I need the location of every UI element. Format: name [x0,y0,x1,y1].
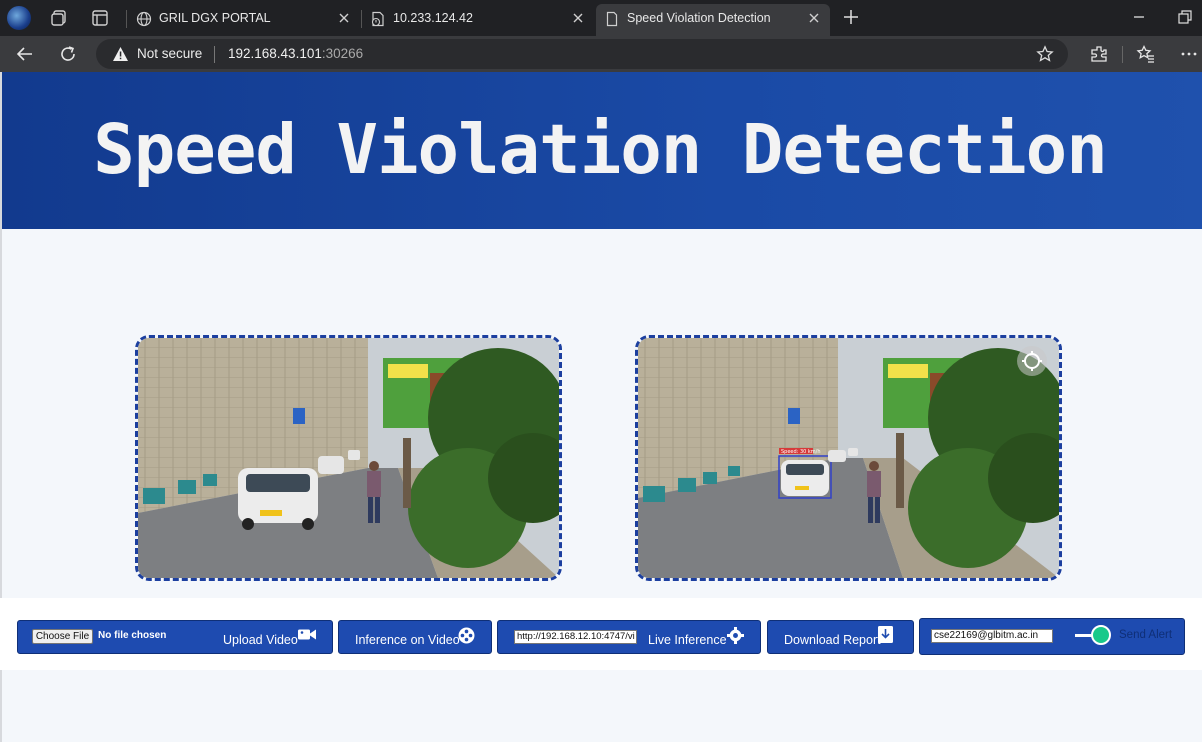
close-tab-icon[interactable] [336,10,352,26]
globe-icon [136,11,152,27]
gear-icon [727,627,744,644]
favorite-star-icon[interactable] [1036,45,1054,63]
tab-title: GRIL DGX PORTAL [159,11,271,25]
new-tab-icon[interactable] [842,8,860,26]
url-host: 192.168.43.101 [228,46,322,61]
alert-email-input[interactable]: cse22169@glbitm.ac.in [931,629,1053,643]
detection-label: Speed: 30 km/h [781,449,821,455]
minimize-icon[interactable] [1131,9,1147,25]
profile-avatar[interactable] [7,6,31,30]
warning-triangle-icon[interactable] [112,46,129,62]
live-inference-label: Live Inference [648,633,727,647]
security-label[interactable]: Not secure [137,46,202,61]
tab-title: Speed Violation Detection [627,11,771,25]
url-port: :30266 [321,46,364,61]
extensions-icon[interactable] [1089,44,1109,64]
address-bar[interactable]: Not secure 192.168.43.101:30266 [96,39,1068,69]
close-tab-icon[interactable] [806,10,822,26]
url-text[interactable]: 192.168.43.101:30266 [228,46,363,61]
inference-video-label: Inference on Video [355,633,460,647]
download-file-icon [878,626,893,643]
page-title: Speed Violation Detection [93,110,1108,190]
file-status-text: No file chosen [98,630,167,641]
tab-gril-dgx-portal[interactable]: GRIL DGX PORTAL [128,4,360,36]
detection-scene-image: Speed: 30 km/h [638,338,1059,578]
document-warning-icon [371,11,384,27]
send-alert-panel: cse22169@glbitm.ac.in Send Alert [919,618,1185,655]
browser-nav-bar: Not secure 192.168.43.101:30266 [0,36,1202,72]
download-report-button[interactable]: Download Report [767,620,914,654]
close-tab-icon[interactable] [570,10,586,26]
workspaces-icon[interactable] [49,8,69,28]
upload-video-label: Upload Video [223,633,298,647]
film-reel-icon [458,627,475,644]
back-arrow-icon[interactable] [15,44,35,64]
street-scene-image [138,338,559,578]
live-stream-url-input[interactable]: http://192.168.12.10:4747/vi [514,630,637,644]
live-inference-button[interactable]: http://192.168.12.10:4747/vi Live Infere… [497,620,761,654]
alert-toggle-knob[interactable] [1091,625,1111,645]
send-alert-label[interactable]: Send Alert [1119,629,1172,641]
input-video-panel[interactable] [135,335,562,581]
tab-ip-address[interactable]: 10.233.124.42 [362,4,594,36]
upload-video-button[interactable]: Choose File No file chosen Upload Video [17,620,333,654]
more-menu-icon[interactable] [1179,44,1199,64]
browser-tab-bar: GRIL DGX PORTAL 10.233.124.42 Speed Viol… [0,0,1202,36]
video-camera-icon [298,629,316,640]
choose-file-button[interactable]: Choose File [32,629,93,644]
tab-title: 10.233.124.42 [393,11,473,25]
restore-icon[interactable] [1177,9,1193,25]
output-video-panel[interactable]: Speed: 30 km/h [635,335,1062,581]
inference-on-video-button[interactable]: Inference on Video [338,620,492,654]
reset-icon[interactable] [1017,346,1047,376]
tab-actions-icon[interactable] [90,8,110,28]
download-report-label: Download Report [784,633,881,647]
page-header: Speed Violation Detection [2,72,1202,229]
refresh-icon[interactable] [58,44,78,64]
favorites-icon[interactable] [1136,44,1156,64]
tab-speed-violation-detection[interactable]: Speed Violation Detection [596,4,830,36]
page-icon [606,11,618,27]
